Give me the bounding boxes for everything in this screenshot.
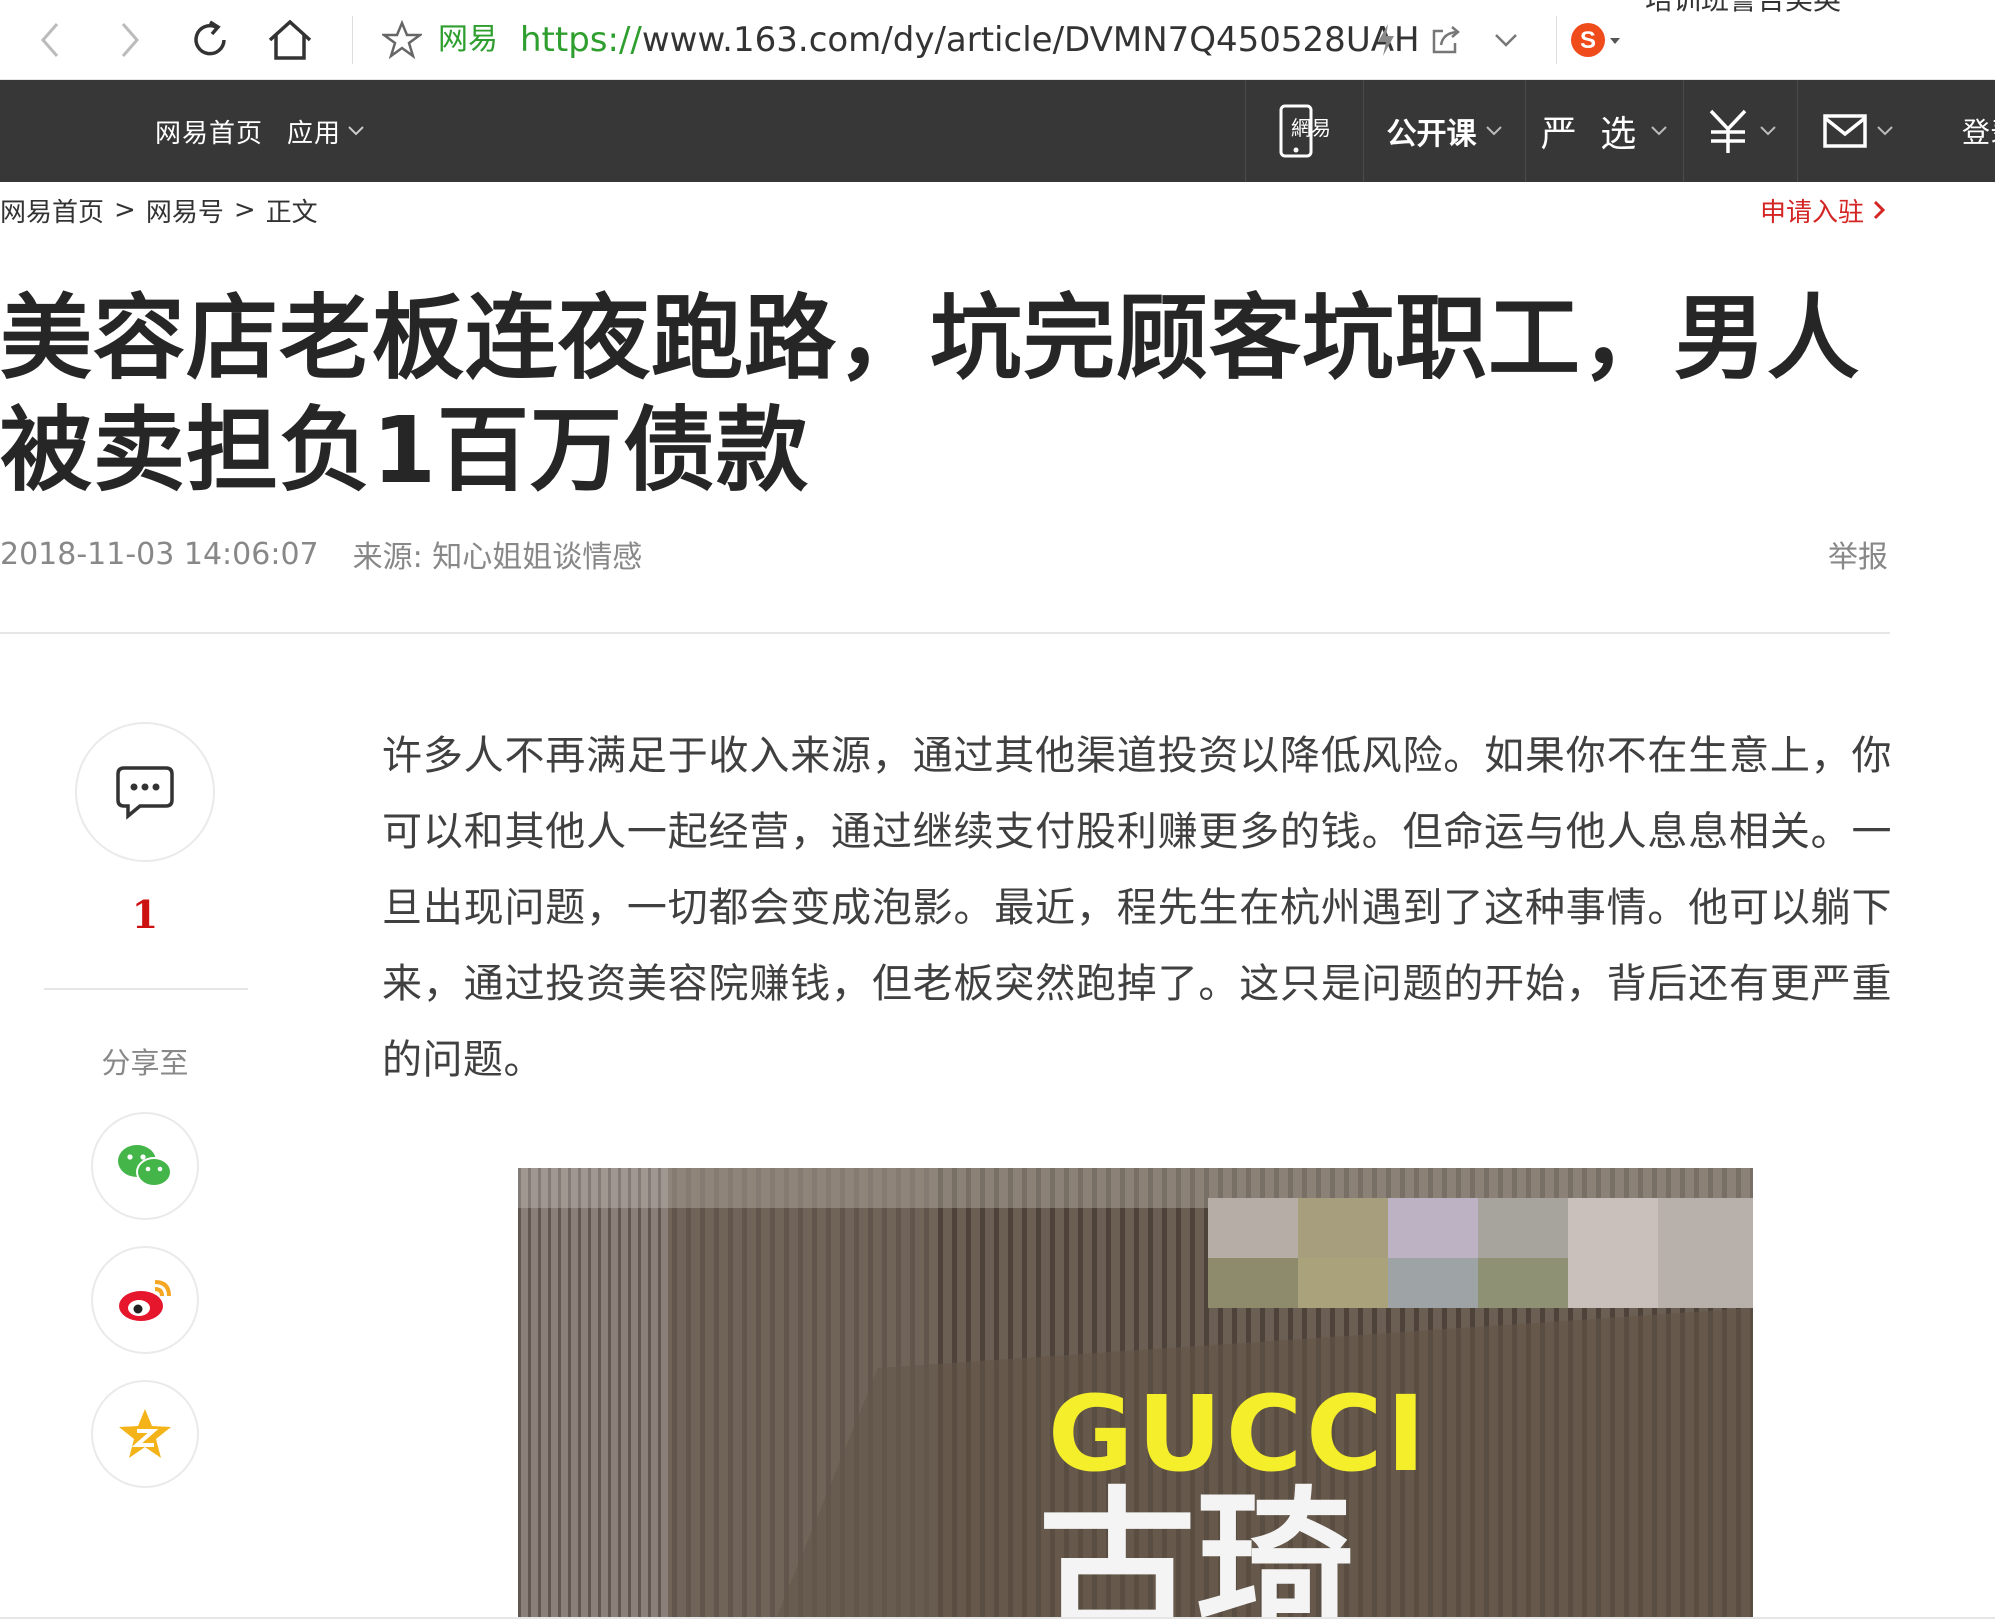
comment-bubble-icon — [116, 766, 174, 820]
site-name-label: 网易 — [438, 22, 498, 57]
share-wechat-button[interactable] — [91, 1112, 199, 1220]
url-scheme: https:// — [520, 20, 642, 60]
chevron-right-icon — [1873, 200, 1886, 220]
sogou-extension-button[interactable]: S — [1568, 12, 1624, 68]
sign-chinese-text: 古琦 — [1038, 1473, 1354, 1619]
lightning-icon — [1378, 24, 1394, 56]
mail-icon — [1822, 114, 1867, 148]
reload-button[interactable] — [182, 12, 238, 68]
chevron-down-icon — [1651, 126, 1667, 136]
breadcrumb: 网易首页 > 网易号 > 正文 — [0, 190, 318, 230]
share-icon — [1432, 26, 1460, 54]
qzone-star-icon — [119, 1409, 171, 1458]
breadcrumb-home[interactable]: 网易首页 — [0, 192, 104, 229]
nav-finance[interactable] — [1683, 80, 1797, 182]
article-datetime: 2018-11-03 14:06:07 — [0, 536, 319, 572]
apply-join-label: 申请入驻 — [1760, 197, 1865, 228]
comment-count[interactable]: 1 — [75, 892, 215, 937]
report-link[interactable]: 举报 — [1828, 530, 1888, 578]
back-button[interactable] — [22, 12, 78, 68]
weibo-icon — [119, 1280, 171, 1321]
nav-mobile-app[interactable]: 網易 — [1245, 80, 1363, 182]
nav-yanxuan[interactable]: 严 选 — [1525, 80, 1683, 182]
article-meta: 2018-11-03 14:06:07 来源: 知心姐姐谈情感 — [0, 530, 642, 578]
apply-join-link[interactable]: 申请入驻 — [1760, 190, 1886, 230]
share-weibo-button[interactable] — [91, 1246, 199, 1354]
nav-mail[interactable] — [1797, 80, 1917, 182]
article-title: 美容店老板连夜跑路，坑完顾客坑职工，男人被卖担负1百万债款 — [0, 285, 1861, 504]
share-label: 分享至 — [101, 1046, 189, 1080]
nav-login-link[interactable]: 登录 — [1962, 80, 1995, 182]
nav-open-course[interactable]: 公开课 — [1363, 80, 1525, 182]
nav-apps-menu[interactable]: 应用 — [287, 113, 365, 150]
bookmark-star-button[interactable] — [374, 12, 430, 68]
wechat-icon — [118, 1145, 172, 1187]
svg-text:S: S — [1580, 27, 1596, 54]
source-label: 来源: — [352, 540, 423, 575]
nav-apps-label: 应用 — [287, 118, 342, 149]
address-bar[interactable]: https://www.163.com/dy/article/DVMN7Q450… — [520, 18, 1420, 62]
comment-button[interactable] — [75, 722, 215, 862]
breadcrumb-current: 正文 — [265, 197, 318, 228]
forward-button[interactable] — [102, 12, 158, 68]
chevron-down-icon — [1759, 126, 1776, 136]
address-dropdown-button[interactable] — [1478, 12, 1534, 68]
site-nav-bar: 网易首页 应用 網易 公开课 严 选 登录 — [0, 80, 1995, 182]
reload-icon — [194, 20, 226, 56]
header-divider — [0, 632, 1890, 634]
chevron-down-icon — [1876, 126, 1893, 136]
sogou-logo-icon: S — [1571, 23, 1620, 57]
chevron-down-icon — [1485, 126, 1502, 136]
yen-icon — [1709, 109, 1746, 153]
browser-toolbar: 网易 https://www.163.com/dy/article/DVMN7Q… — [0, 0, 1995, 80]
chevron-down-icon — [348, 126, 364, 136]
back-arrow-icon — [41, 23, 59, 57]
pixelated-blur-region — [1208, 1198, 1753, 1308]
nav-yanxuan-label: 严 选 — [1540, 114, 1643, 155]
tab-title-fragment: 培训班警告美英 — [1645, 0, 1841, 18]
article-paragraph: 许多人不再满足于收入来源，通过其他渠道投资以降低风险。如果你不在生意上，你可以和… — [382, 733, 1892, 1083]
article-image: GUCCI 古琦 — [518, 1168, 1753, 1619]
share-page-button[interactable] — [1418, 12, 1474, 68]
home-icon — [268, 19, 312, 60]
breadcrumb-separator: > — [233, 195, 256, 225]
share-divider — [44, 988, 248, 990]
breadcrumb-wangyihao[interactable]: 网易号 — [146, 192, 224, 229]
mobile-icon-text: 網易 — [1291, 116, 1331, 140]
mobile-phone-icon: 網易 — [1279, 104, 1331, 158]
breadcrumb-separator: > — [114, 195, 136, 225]
nav-home-link[interactable]: 网易首页 — [155, 113, 263, 150]
article-source: 来源: 知心姐姐谈情感 — [353, 532, 643, 576]
source-name-link[interactable]: 知心姐姐谈情感 — [432, 540, 642, 575]
star-icon — [382, 20, 422, 60]
home-button[interactable] — [262, 12, 318, 68]
chevron-down-icon — [1495, 34, 1517, 47]
storefront-photo: GUCCI 古琦 — [518, 1168, 1753, 1619]
forward-arrow-icon — [121, 23, 139, 57]
share-qzone-button[interactable] — [91, 1380, 199, 1488]
speed-mode-button[interactable] — [1358, 12, 1414, 68]
url-path: www.163.com/dy/article/DVMN7Q450528UAH — [641, 20, 1420, 60]
nav-open-course-label: 公开课 — [1386, 117, 1477, 152]
